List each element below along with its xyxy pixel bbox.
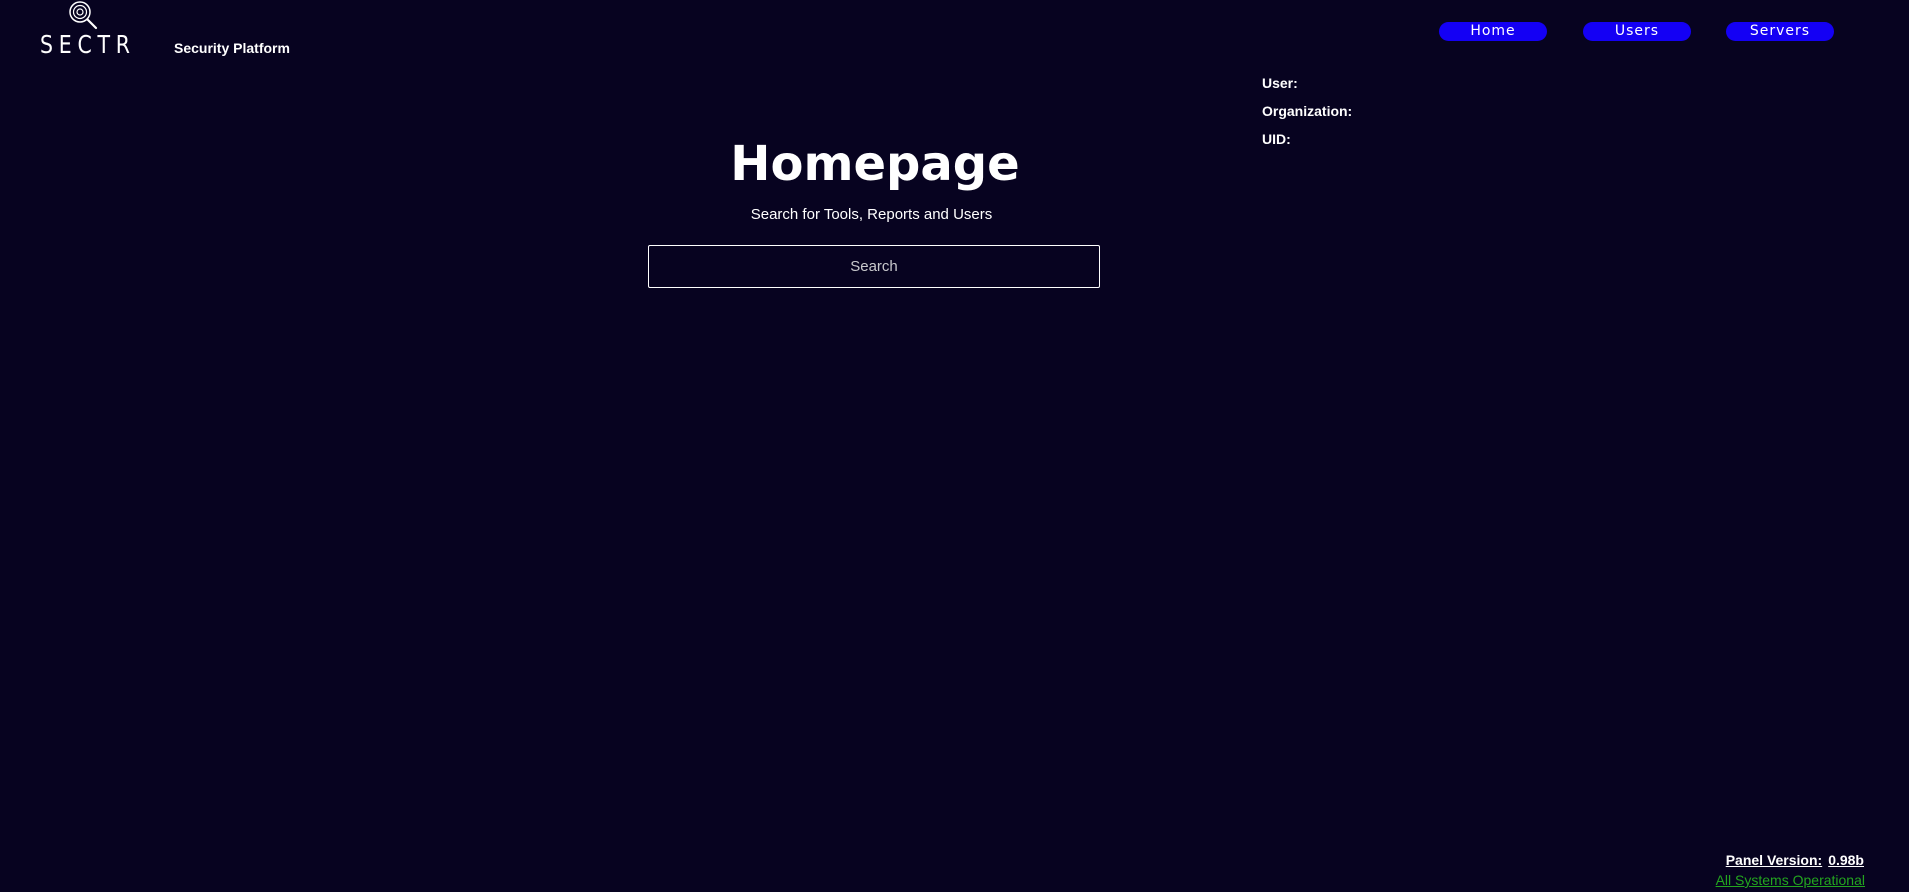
brand-logo[interactable]: SECTR bbox=[40, 0, 136, 62]
system-status-link[interactable]: All Systems Operational bbox=[1716, 872, 1865, 888]
nav-servers-button[interactable]: Servers bbox=[1726, 22, 1834, 41]
organization-label: Organization: bbox=[1262, 103, 1353, 119]
user-label: User: bbox=[1262, 75, 1298, 91]
panel-version-label: Panel Version: bbox=[1725, 852, 1823, 868]
page: SECTR Security Platform Home Users Serve… bbox=[0, 0, 1909, 892]
search-input[interactable] bbox=[648, 245, 1100, 288]
panel-version-value: 0.98b bbox=[1828, 852, 1864, 868]
platform-label: Security Platform bbox=[174, 40, 290, 56]
magnifier-target-icon bbox=[69, 1, 98, 30]
page-subtitle: Search for Tools, Reports and Users bbox=[750, 206, 993, 223]
brand-name: SECTR bbox=[40, 30, 136, 59]
panel-version: Panel Version: 0.98b bbox=[1726, 852, 1864, 868]
nav-users-button[interactable]: Users bbox=[1583, 22, 1691, 41]
nav-home-button[interactable]: Home bbox=[1439, 22, 1547, 41]
page-title: Homepage bbox=[730, 136, 1020, 192]
